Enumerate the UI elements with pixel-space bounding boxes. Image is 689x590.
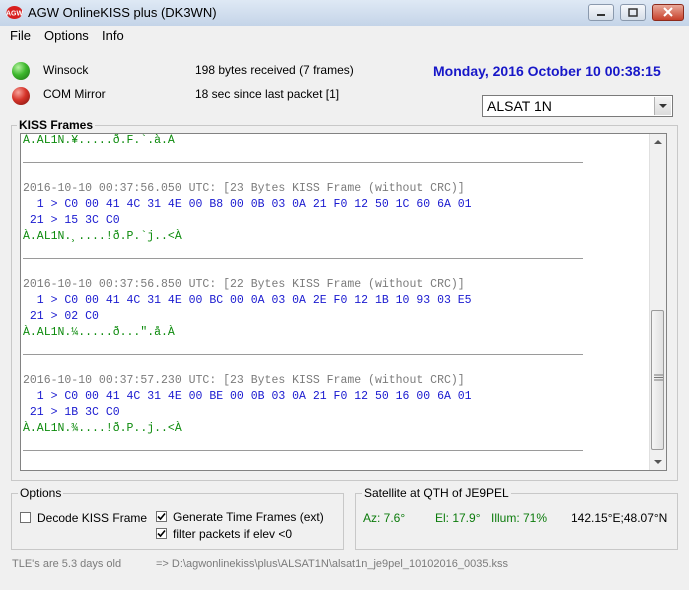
dropdown-button[interactable] (654, 97, 671, 115)
options-title: Options (18, 486, 64, 500)
maximize-button[interactable] (620, 4, 646, 21)
frame-hex-line: 21 > 1B 3C C0 (23, 406, 120, 419)
log-file-path: => D:\agwonlinekiss\plus\ALSAT1N\alsat1n… (156, 558, 509, 570)
frame-separator (23, 162, 583, 163)
close-button[interactable] (652, 4, 684, 21)
winsock-label: Winsock (43, 63, 89, 77)
scrollbar-thumb[interactable] (651, 310, 664, 450)
frame-header: 2016-10-10 00:37:56.850 UTC: [22 Bytes K… (23, 278, 465, 291)
menu-options[interactable]: Options (44, 28, 89, 43)
satellite-azimuth: Az: 7.6° (363, 511, 406, 525)
frame-ascii-line: À.AL1N.¥.....ð.F.`.à.À (23, 134, 175, 147)
since-last-packet: 18 sec since last packet [1] (195, 87, 340, 101)
title-bar: AGW AGW OnlineKISS plus (DK3WN) (0, 0, 689, 27)
frame-ascii-line: À.AL1N.¼.....ð...".å.À (23, 326, 175, 339)
checkmark-icon (157, 512, 166, 521)
frame-ascii-line: À.AL1N.¸....!ð.P.`j..<À (23, 230, 182, 243)
satellite-elevation: El: 17.9° (435, 511, 481, 525)
frame-separator (23, 450, 583, 451)
filter-packets-checkbox[interactable] (156, 528, 167, 539)
svg-text:AGW: AGW (6, 11, 23, 18)
app-logo-icon: AGW (6, 6, 23, 19)
generate-time-frames-checkbox[interactable] (156, 511, 167, 522)
current-datetime: Monday, 2016 October 10 00:38:15 (433, 63, 661, 79)
menu-file[interactable]: File (10, 28, 31, 43)
frame-hex-line: 1 > C0 00 41 4C 31 4E 00 B8 00 0B 03 0A … (23, 198, 472, 211)
generate-time-frames-label: Generate Time Frames (ext) (173, 510, 324, 524)
frame-header: 2016-10-10 00:37:57.230 UTC: [23 Bytes K… (23, 374, 465, 387)
decode-kiss-checkbox[interactable] (20, 512, 31, 523)
minimize-button[interactable] (588, 4, 614, 21)
window-title: AGW OnlineKISS plus (DK3WN) (28, 5, 217, 20)
maximize-icon (628, 8, 638, 17)
kiss-frames-log[interactable]: À.AL1N.¥.....ð.F.`.à.À 2016-10-10 00:37:… (20, 133, 667, 471)
satellite-select-value: ALSAT 1N (487, 98, 552, 114)
scroll-up-icon[interactable] (650, 136, 666, 148)
frame-separator (23, 354, 583, 355)
vertical-scrollbar[interactable] (649, 134, 666, 470)
com-mirror-status-icon (12, 87, 30, 105)
minimize-icon (597, 14, 605, 16)
decode-kiss-label: Decode KISS Frame (37, 511, 148, 525)
checkmark-icon (157, 529, 166, 538)
com-mirror-label: COM Mirror (43, 87, 106, 101)
filter-packets-label: filter packets if elev <0 (173, 527, 293, 541)
satellite-illumination: Illum: 71% (491, 511, 548, 525)
frame-ascii-line: À.AL1N.¾....!ð.P..j..<À (23, 422, 182, 435)
winsock-status-icon (12, 62, 30, 80)
satellite-select[interactable]: ALSAT 1N (482, 95, 673, 117)
tle-age: TLE's are 5.3 days old (12, 558, 122, 570)
chevron-down-icon (659, 104, 667, 108)
bytes-received: 198 bytes received (7 frames) (195, 63, 354, 77)
grip-icon (654, 374, 663, 381)
close-icon (663, 7, 673, 17)
scroll-down-icon[interactable] (650, 456, 666, 468)
frame-separator (23, 258, 583, 259)
frame-hex-line: 21 > 02 C0 (23, 310, 99, 323)
frame-hex-line: 1 > C0 00 41 4C 31 4E 00 BC 00 0A 03 0A … (23, 294, 472, 307)
satellite-coordinates: 142.15°E;48.07°N (571, 511, 668, 525)
frame-hex-line: 21 > 15 3C C0 (23, 214, 120, 227)
frame-header: 2016-10-10 00:37:56.050 UTC: [23 Bytes K… (23, 182, 465, 195)
satellite-title: Satellite at QTH of JE9PEL (362, 486, 511, 500)
frame-hex-line: 1 > C0 00 41 4C 31 4E 00 BE 00 0B 03 0A … (23, 390, 472, 403)
menu-info[interactable]: Info (102, 28, 124, 43)
kiss-frames-title: KISS Frames (17, 118, 96, 132)
menu-bar: File Options Info (0, 26, 689, 46)
